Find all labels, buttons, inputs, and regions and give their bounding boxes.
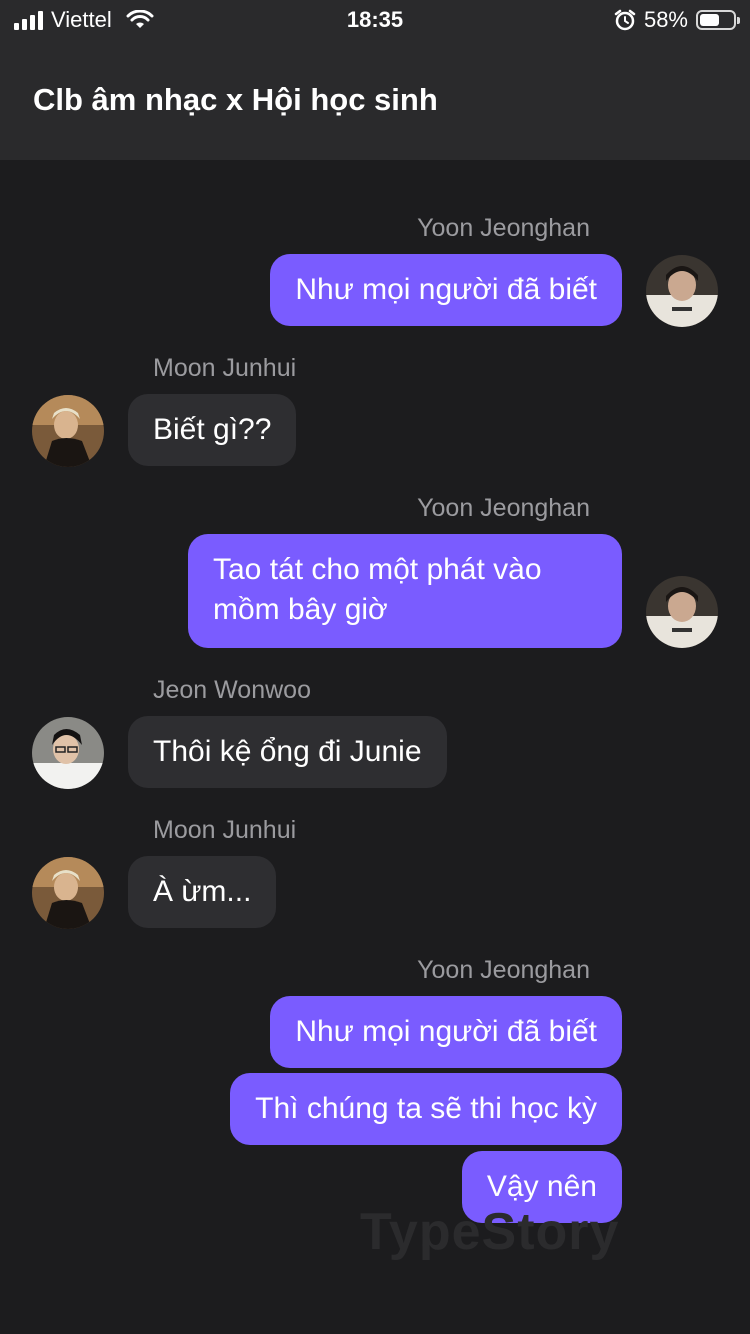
status-right: 58% [614, 0, 740, 40]
avatar-moon-junhui[interactable] [32, 857, 104, 929]
message-bubble-incoming[interactable]: À ừm... [128, 856, 277, 928]
avatar-yoon-jeonghan[interactable] [646, 255, 718, 327]
chat-title: Clb âm nhạc x Hội học sinh [33, 82, 438, 117]
sender-name: Moon Junhui [153, 816, 297, 844]
battery-percent: 58% [643, 7, 688, 32]
chat-screen: Viettel 18:35 58% Clb âm nhạc x Hội học … [0, 0, 750, 1334]
message-bubble-outgoing[interactable]: Thì chúng ta sẽ thi học kỳ [230, 1073, 622, 1145]
sender-name: Jeon Wonwoo [153, 676, 311, 704]
sender-name: Yoon Jeonghan [417, 956, 590, 984]
message-bubble-outgoing[interactable]: Tao tát cho một phát vào mồm bây giờ [188, 534, 622, 648]
status-bar: Viettel 18:35 58% [0, 0, 750, 40]
sender-name: Yoon Jeonghan [417, 494, 590, 522]
chat-header: Clb âm nhạc x Hội học sinh [0, 40, 750, 160]
message-bubble-outgoing[interactable]: Như mọi người đã biết [270, 996, 622, 1068]
sender-name: Moon Junhui [153, 354, 297, 382]
watermark-logo: TypeStory [360, 1203, 620, 1261]
battery-icon [696, 10, 740, 30]
avatar-yoon-jeonghan[interactable] [646, 576, 718, 648]
message-bubble-outgoing[interactable]: Như mọi người đã biết [270, 254, 622, 326]
battery-fill [700, 14, 719, 26]
alarm-icon [614, 9, 636, 31]
sender-name: Yoon Jeonghan [417, 214, 590, 242]
message-bubble-incoming[interactable]: Thôi kệ ổng đi Junie [128, 716, 447, 788]
avatar-jeon-wonwoo[interactable] [32, 717, 104, 789]
message-bubble-incoming[interactable]: Biết gì?? [128, 394, 297, 466]
avatar-moon-junhui[interactable] [32, 395, 104, 467]
